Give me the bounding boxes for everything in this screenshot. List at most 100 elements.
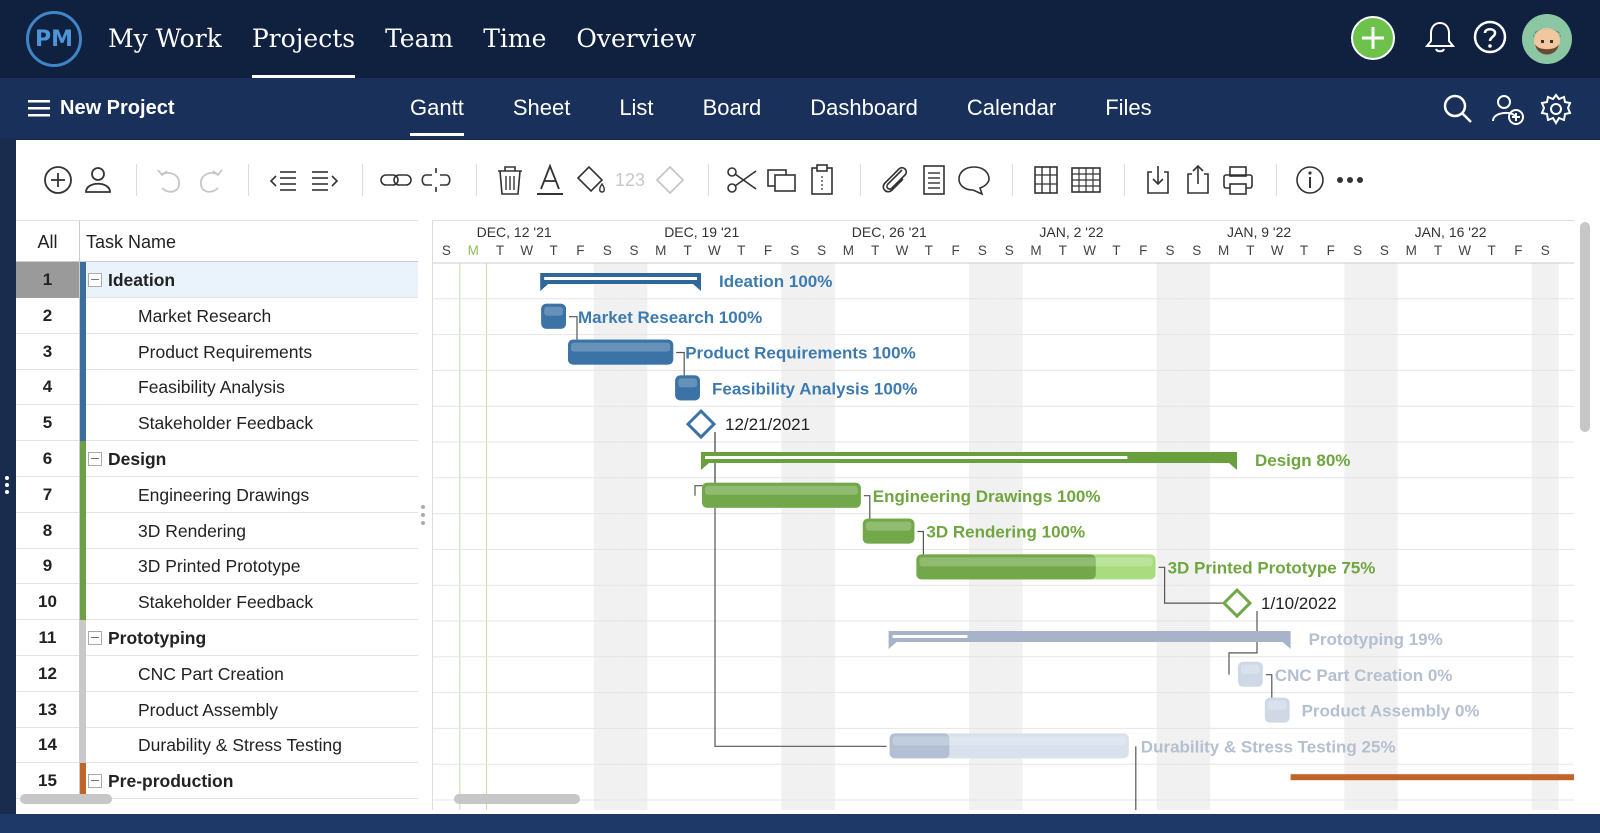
milestone-diamond[interactable] (685, 408, 717, 440)
task-name[interactable]: 3D Rendering (138, 513, 246, 549)
row-number[interactable]: 4 (16, 369, 80, 406)
help-icon[interactable] (1472, 19, 1508, 55)
indent-icon[interactable] (306, 162, 342, 198)
unlink-icon[interactable] (418, 162, 454, 198)
tab-list[interactable]: List (619, 78, 653, 138)
collapse-toggle-icon[interactable] (88, 452, 102, 466)
collapse-toggle-icon[interactable] (88, 631, 102, 645)
summary-bar[interactable] (1290, 774, 1574, 781)
collapse-toggle-icon[interactable] (88, 774, 102, 789)
task-name[interactable]: Product Requirements (138, 334, 312, 370)
row-number[interactable]: 10 (16, 584, 80, 621)
top-nav-my-work[interactable]: My Work (108, 0, 222, 78)
row-number[interactable]: 5 (16, 405, 80, 442)
row-number[interactable]: 8 (16, 512, 80, 549)
top-nav-time[interactable]: Time (483, 0, 546, 78)
task-row[interactable]: 1 Ideation (16, 262, 418, 298)
milestone-icon[interactable] (652, 162, 688, 198)
delete-icon[interactable] (492, 162, 528, 198)
task-name[interactable]: Design (108, 441, 166, 477)
row-number[interactable]: 1 (16, 262, 80, 298)
task-row[interactable]: 14 Durability & Stress Testing (16, 727, 418, 764)
font-color-icon[interactable] (532, 162, 568, 198)
task-row[interactable]: 10 Stakeholder Feedback (16, 584, 418, 621)
project-title[interactable]: New Project (60, 78, 174, 138)
outdent-icon[interactable] (266, 162, 302, 198)
copy-icon[interactable] (764, 162, 800, 198)
info-icon[interactable] (1292, 162, 1328, 198)
task-row[interactable]: 3 Product Requirements (16, 333, 418, 370)
task-name[interactable]: CNC Part Creation (138, 656, 284, 692)
assign-user-icon[interactable] (80, 162, 116, 198)
top-nav-projects[interactable]: Projects (251, 0, 356, 78)
avatar[interactable] (1522, 14, 1572, 64)
collapse-toggle-icon[interactable] (88, 273, 102, 287)
task-row[interactable]: 7 Engineering Drawings (16, 476, 418, 513)
columns-icon[interactable] (1028, 162, 1064, 198)
tab-board[interactable]: Board (703, 78, 762, 138)
notes-icon[interactable] (916, 162, 952, 198)
hamburger-menu-icon[interactable] (28, 99, 50, 117)
number-format-icon[interactable]: 123 (612, 162, 648, 198)
bell-icon[interactable] (1424, 19, 1456, 55)
task-name[interactable]: Durability & Stress Testing (138, 727, 342, 763)
gantt-horizontal-scrollbar[interactable] (454, 794, 580, 804)
redo-icon[interactable] (192, 162, 228, 198)
search-icon[interactable] (1442, 93, 1474, 125)
undo-icon[interactable] (152, 162, 188, 198)
task-row[interactable]: 8 3D Rendering (16, 512, 418, 549)
row-number[interactable]: 7 (16, 476, 80, 513)
row-number[interactable]: 11 (16, 620, 80, 656)
task-row[interactable]: 11 Prototyping (16, 620, 418, 656)
task-name[interactable]: Pre-production (108, 763, 233, 799)
task-name[interactable]: Prototyping (108, 620, 206, 656)
milestone-diamond[interactable] (1221, 587, 1253, 619)
task-row[interactable]: 9 3D Printed Prototype (16, 548, 418, 585)
settings-gear-icon[interactable] (1540, 93, 1572, 125)
row-number[interactable]: 9 (16, 548, 80, 585)
add-icon[interactable] (1351, 16, 1395, 60)
fill-color-icon[interactable] (572, 162, 608, 198)
task-row[interactable]: 12 CNC Part Creation (16, 655, 418, 692)
grid-horizontal-scrollbar[interactable] (20, 794, 112, 804)
export-icon[interactable] (1180, 162, 1216, 198)
task-name[interactable]: Feasibility Analysis (138, 369, 285, 405)
paste-icon[interactable] (804, 162, 840, 198)
tab-gantt[interactable]: Gantt (410, 78, 464, 138)
top-nav-overview[interactable]: Overview (576, 0, 696, 78)
tab-files[interactable]: Files (1105, 78, 1151, 138)
row-number[interactable]: 12 (16, 655, 80, 692)
cut-icon[interactable] (724, 162, 760, 198)
tab-sheet[interactable]: Sheet (513, 78, 571, 138)
task-name[interactable]: Stakeholder Feedback (138, 584, 313, 620)
row-number[interactable]: 2 (16, 297, 80, 334)
row-number[interactable]: 3 (16, 333, 80, 370)
row-number[interactable]: 6 (16, 441, 80, 477)
task-row[interactable]: 6 Design (16, 441, 418, 477)
task-name[interactable]: 3D Printed Prototype (138, 548, 300, 584)
row-number[interactable]: 14 (16, 727, 80, 764)
import-icon[interactable] (1140, 162, 1176, 198)
app-logo[interactable]: PM (26, 11, 82, 67)
more-icon[interactable] (1332, 162, 1368, 198)
top-nav-team[interactable]: Team (385, 0, 453, 78)
add-user-icon[interactable] (1491, 93, 1525, 125)
print-icon[interactable] (1220, 162, 1256, 198)
task-row[interactable]: 13 Product Assembly (16, 691, 418, 728)
comment-icon[interactable] (956, 162, 992, 198)
task-row[interactable]: 5 Stakeholder Feedback (16, 405, 418, 442)
task-row[interactable]: 2 Market Research (16, 297, 418, 334)
tab-calendar[interactable]: Calendar (967, 78, 1056, 138)
attachment-icon[interactable] (876, 162, 912, 198)
select-all-header[interactable]: All (16, 221, 80, 263)
task-name[interactable]: Ideation (108, 262, 175, 298)
link-icon[interactable] (378, 162, 414, 198)
add-task-icon[interactable] (40, 162, 76, 198)
task-name[interactable]: Engineering Drawings (138, 477, 309, 513)
panel-splitter-handle[interactable] (420, 504, 426, 526)
row-number[interactable]: 13 (16, 691, 80, 728)
task-name[interactable]: Stakeholder Feedback (138, 405, 313, 441)
tab-dashboard[interactable]: Dashboard (810, 78, 918, 138)
vertical-scrollbar[interactable] (1580, 222, 1590, 432)
task-row[interactable]: 4 Feasibility Analysis (16, 369, 418, 406)
